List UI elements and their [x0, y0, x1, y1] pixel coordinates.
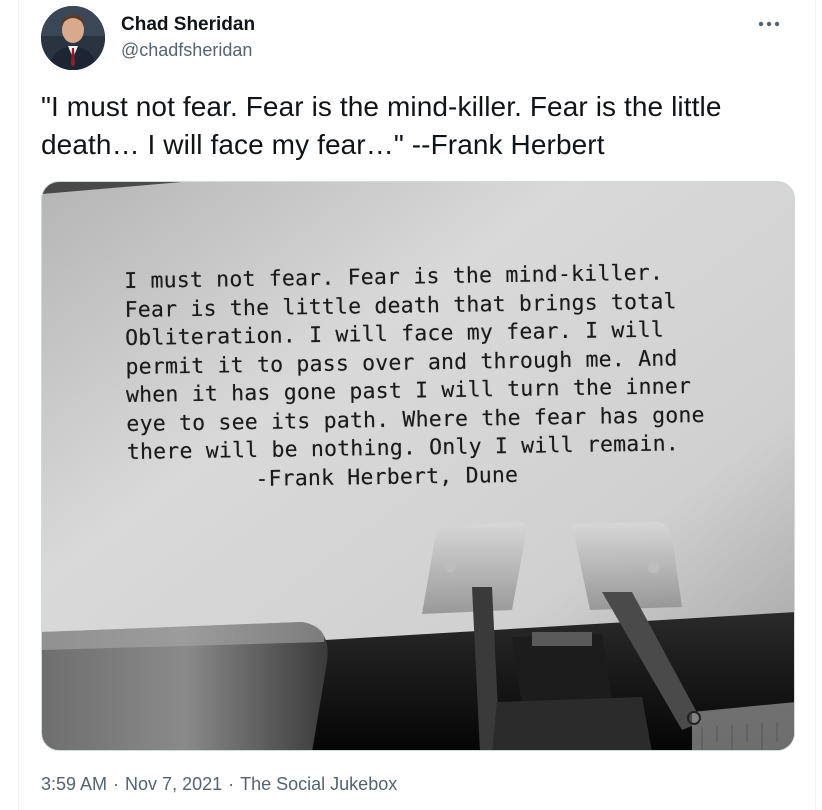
tweet-card: Chad Sheridan @chadfsheridan "I must not… — [18, 0, 816, 810]
tweet-photo[interactable]: I must not fear. Fear is the mind-killer… — [41, 181, 795, 751]
meta-separator: · — [113, 774, 120, 794]
tweet-time[interactable]: 3:59 AM — [41, 774, 107, 794]
user-names: Chad Sheridan @chadfsheridan — [121, 14, 255, 62]
more-options-button[interactable] — [749, 8, 789, 40]
more-dots-icon — [758, 21, 780, 27]
tweet-header: Chad Sheridan @chadfsheridan — [41, 6, 781, 72]
display-name[interactable]: Chad Sheridan — [121, 14, 255, 36]
typed-quote: I must not fear. Fear is the mind-killer… — [124, 258, 787, 496]
user-handle[interactable]: @chadfsheridan — [121, 38, 255, 62]
tweet-meta: 3:59 AM · Nov 7, 2021 · The Social Jukebox — [41, 772, 397, 796]
tweet-date[interactable]: Nov 7, 2021 — [125, 774, 222, 794]
avatar[interactable] — [41, 6, 105, 70]
tweet-source[interactable]: The Social Jukebox — [240, 774, 397, 794]
avatar-image — [41, 6, 105, 70]
tweet-text: "I must not fear. Fear is the mind-kille… — [41, 91, 722, 160]
meta-separator: · — [228, 774, 235, 794]
